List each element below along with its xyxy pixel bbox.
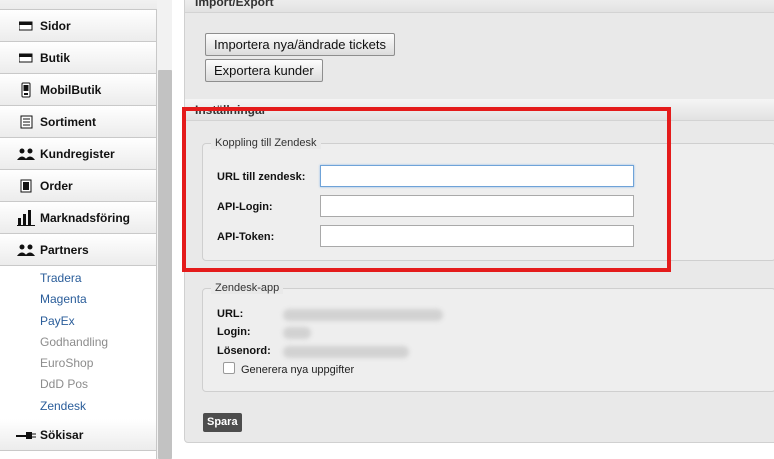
sidebar-item-sokisar[interactable]: Sökisar [0, 419, 156, 452]
import-tickets-button[interactable]: Importera nya/ändrade tickets [205, 33, 395, 56]
sidebar-item-marknadsforing[interactable]: Marknadsföring [0, 202, 156, 234]
bar-chart-icon [16, 209, 36, 226]
sidebar: Sidor Butik MobilButik Sortiment Kundreg… [0, 0, 157, 459]
order-icon [16, 178, 36, 194]
zendesk-app-legend: Zendesk-app [211, 282, 284, 294]
submenu-item-payex[interactable]: PayEx [0, 311, 156, 332]
sidebar-item-top-partial[interactable] [0, 0, 157, 10]
plug-icon [16, 427, 36, 443]
sidebar-item-label: Sidor [40, 18, 71, 33]
sidebar-item-label: Partners [40, 242, 89, 257]
app-password-value-redacted [283, 346, 409, 358]
app-password-label: Lösenord: [217, 345, 271, 357]
users-icon [16, 242, 36, 258]
sidebar-item-sidor[interactable]: Sidor [0, 10, 156, 42]
generate-credentials-checkbox[interactable] [223, 362, 235, 374]
sidebar-item-label: Kundregister [40, 146, 115, 161]
sidebar-item-label: Marknadsföring [40, 210, 131, 225]
sidebar-item-order[interactable]: Order [0, 170, 156, 202]
nav-icon [16, 0, 36, 1]
sidebar-item-label: Sortiment [40, 114, 97, 129]
app-login-label: Login: [217, 326, 251, 338]
users-icon [16, 146, 36, 162]
submenu-item-ddd-pos[interactable]: DdD Pos [0, 374, 156, 395]
zendesk-app-fieldset: Zendesk-app URL: Login: Lösenord: Genere… [202, 282, 774, 392]
submenu-item-tradera[interactable]: Tradera [0, 268, 156, 289]
store-icon [16, 50, 36, 66]
generate-credentials-label: Generera nya uppgifter [241, 364, 355, 376]
sidebar-item-butik[interactable]: Butik [0, 42, 156, 74]
submenu-item-godhandling[interactable]: Godhandling [0, 332, 156, 353]
list-icon [16, 114, 36, 130]
sidebar-item-kundregister[interactable]: Kundregister [0, 138, 156, 170]
submenu-item-magenta[interactable]: Magenta [0, 289, 156, 310]
sidebar-item-sortiment[interactable]: Sortiment [0, 106, 156, 138]
submenu-item-zendesk[interactable]: Zendesk [0, 396, 156, 417]
page-icon [16, 18, 36, 34]
app-url-value-redacted [283, 309, 443, 321]
import-export-header: Import/Export [185, 0, 774, 13]
sidebar-scrollbar-thumb[interactable] [158, 70, 172, 459]
sidebar-item-label: MobilButik [40, 82, 102, 97]
export-customers-button[interactable]: Exportera kunder [205, 59, 323, 82]
sidebar-item-partners[interactable]: Partners [0, 234, 156, 266]
app-login-value-redacted [283, 327, 311, 339]
sidebar-item-label: Butik [40, 50, 70, 65]
save-button[interactable]: Spara [203, 413, 242, 432]
submenu-item-euroshop[interactable]: EuroShop [0, 353, 156, 374]
highlight-rectangle [182, 107, 671, 272]
app-url-label: URL: [217, 308, 244, 320]
sidebar-item-label: Order [40, 178, 73, 193]
sidebar-item-label: Sökisar [40, 427, 84, 442]
sidebar-item-mobilbutik[interactable]: MobilButik [0, 74, 156, 106]
mobile-icon [16, 82, 36, 98]
partners-submenu: Tradera Magenta PayEx Godhandling EuroSh… [0, 266, 156, 419]
